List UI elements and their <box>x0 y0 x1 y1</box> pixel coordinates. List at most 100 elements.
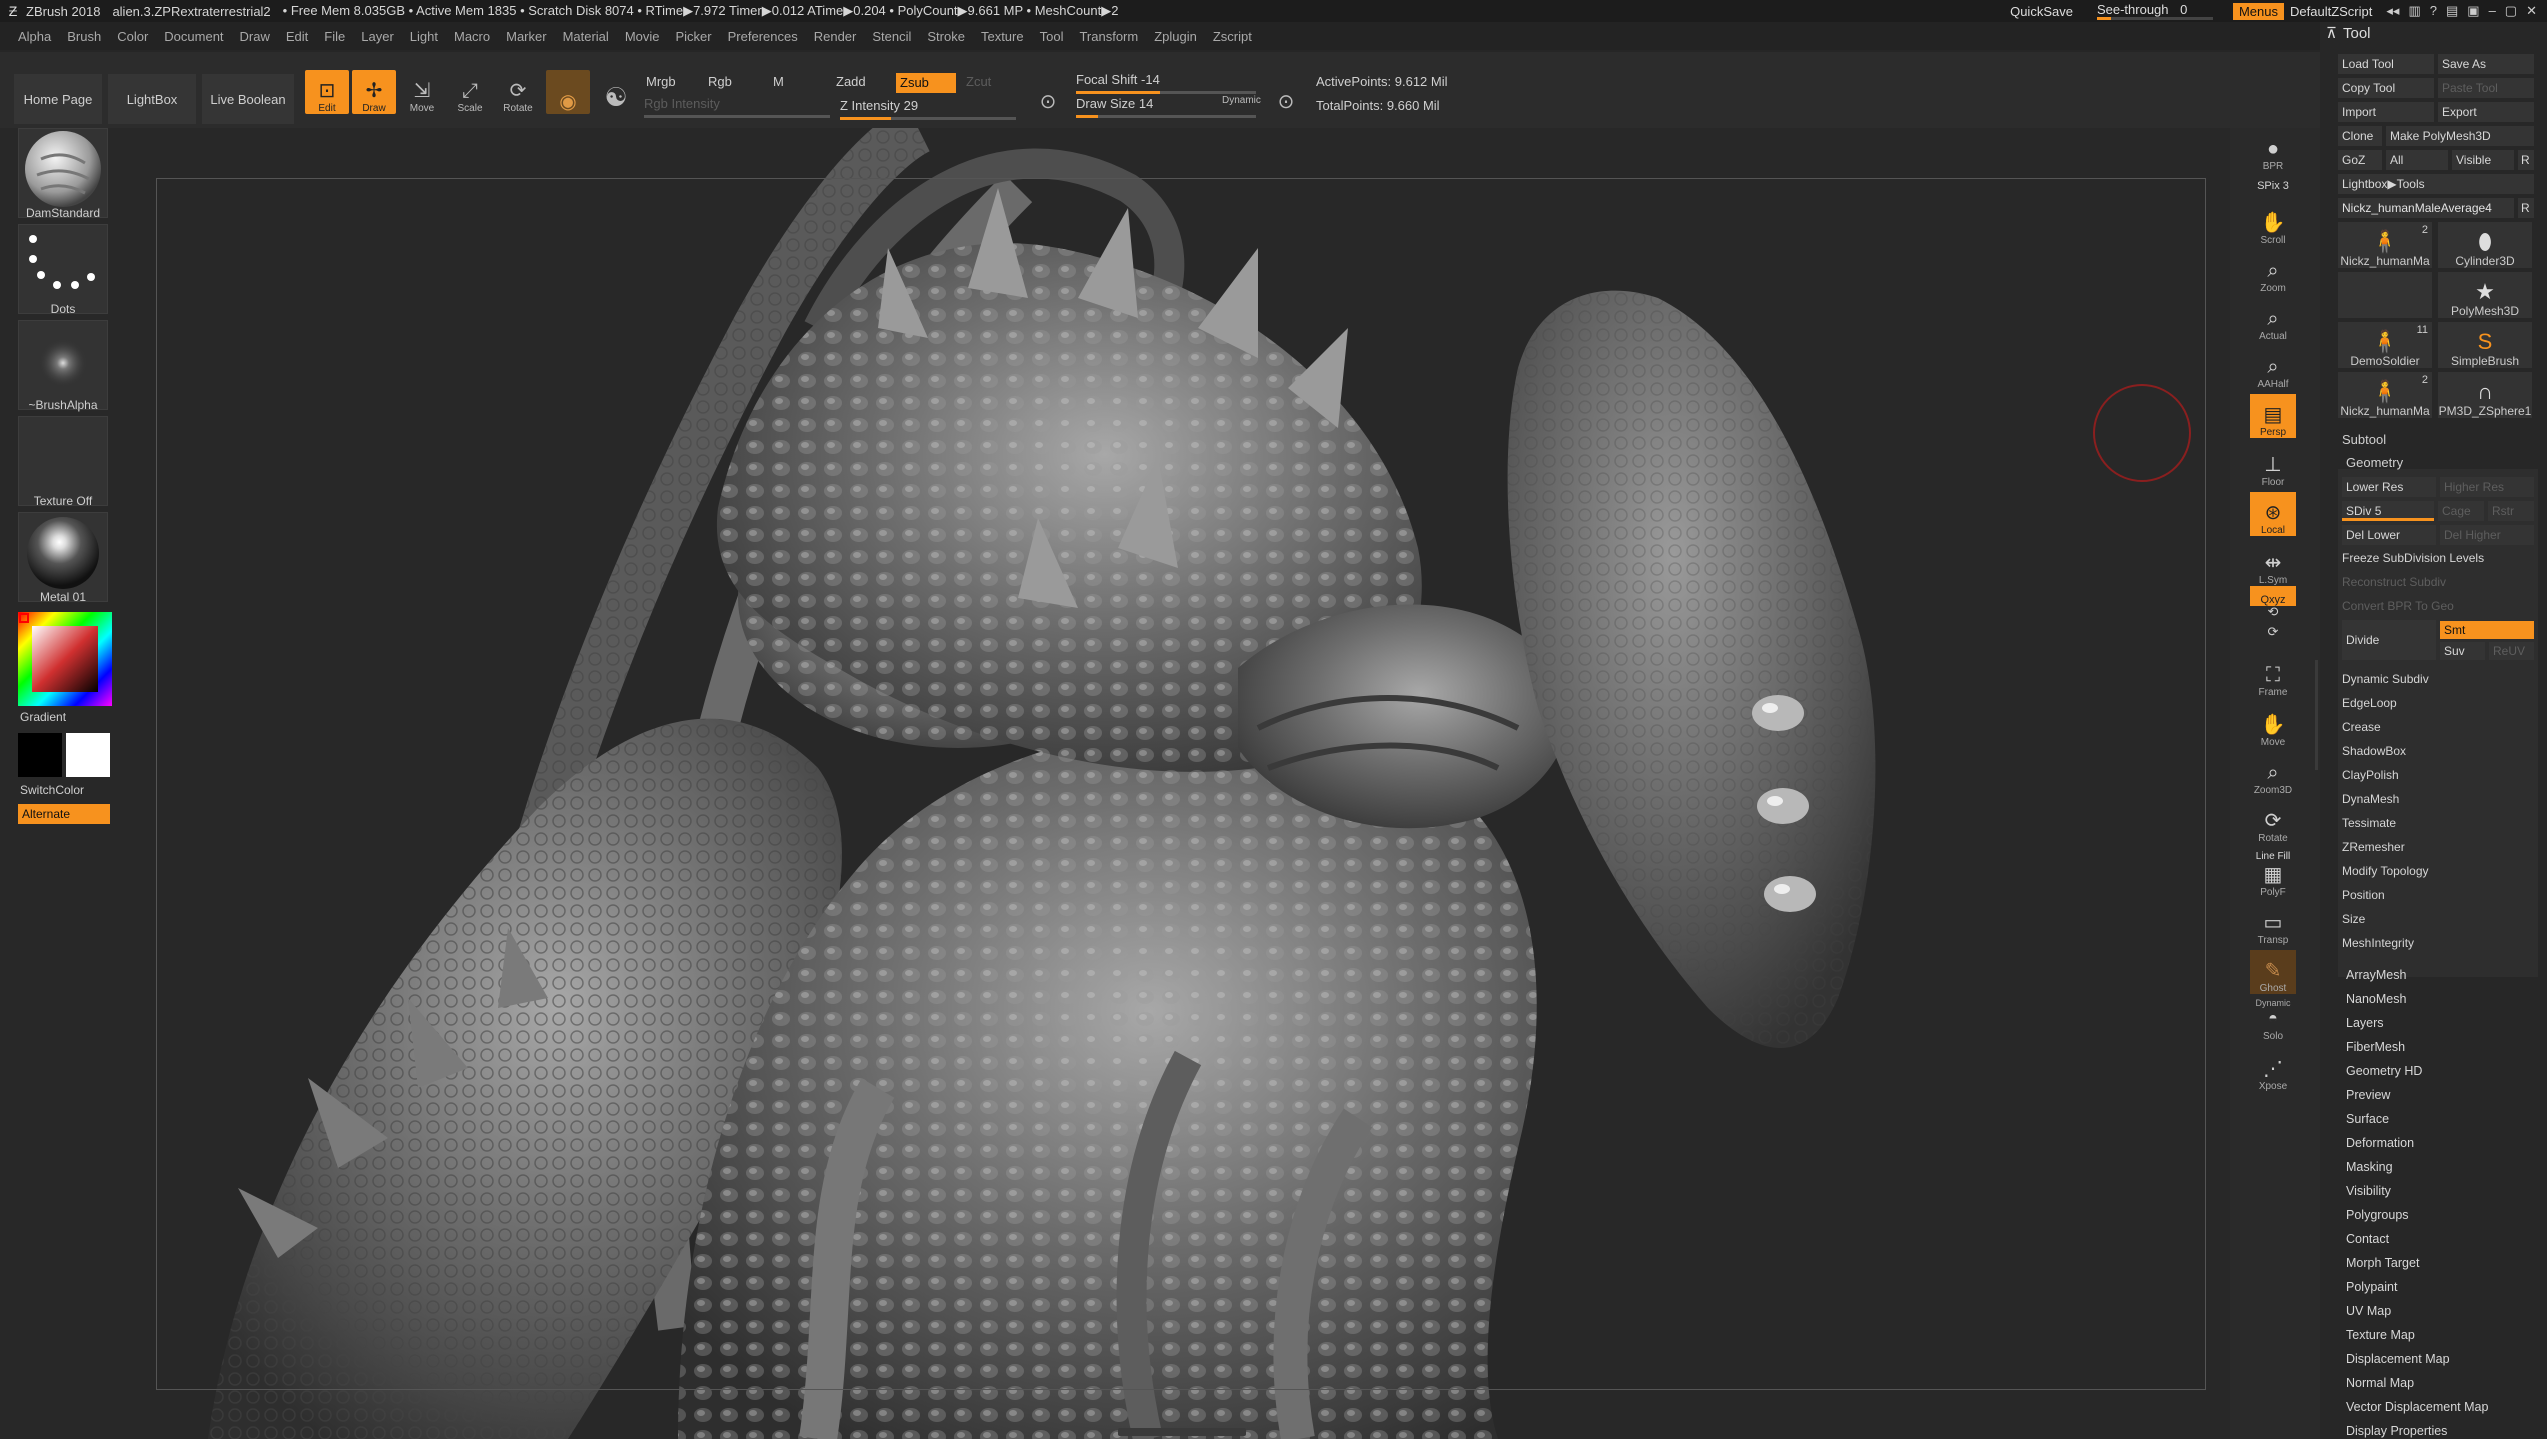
goz-r-button[interactable]: R <box>2518 150 2534 170</box>
geometry-position[interactable]: Position <box>2342 888 2385 902</box>
frame-button[interactable]: ⛶ Frame <box>2250 654 2296 698</box>
zoom-button[interactable]: ⌕ Zoom <box>2250 250 2296 294</box>
menu-zplugin[interactable]: Zplugin <box>1154 29 1197 44</box>
convert-bpr-button[interactable]: Convert BPR To Geo <box>2342 599 2454 613</box>
subpalette-texture-map[interactable]: Texture Map <box>2346 1328 2415 1342</box>
lock-icon[interactable]: ▣ <box>2467 3 2479 19</box>
suv-toggle[interactable]: Suv <box>2440 642 2485 660</box>
import-button[interactable]: Import <box>2338 102 2434 122</box>
menu-stencil[interactable]: Stencil <box>872 29 911 44</box>
subpalette-nanomesh[interactable]: NanoMesh <box>2346 992 2406 1006</box>
tool-thumb[interactable]: 🧍 DemoSoldier 11 <box>2338 322 2432 368</box>
menu-zscript[interactable]: Zscript <box>1213 29 1252 44</box>
menu-alpha[interactable]: Alpha <box>18 29 51 44</box>
minimize-icon[interactable]: – <box>2489 3 2496 19</box>
tool-palette-header[interactable]: ⊼ Tool <box>2320 22 2547 44</box>
subpalette-polypaint[interactable]: Polypaint <box>2346 1280 2397 1294</box>
subpalette-contact[interactable]: Contact <box>2346 1232 2389 1246</box>
focal-shift-icon-button[interactable]: ⊙ <box>1026 70 1070 114</box>
live-boolean-button[interactable]: Live Boolean <box>202 74 294 124</box>
alternate-button[interactable]: Alternate <box>18 804 110 824</box>
see-through-slider[interactable]: See-through 0 <box>2096 0 2213 22</box>
subpalette-uv-map[interactable]: UV Map <box>2346 1304 2391 1318</box>
color-picker-button[interactable]: ☯ <box>594 70 638 114</box>
menu-movie[interactable]: Movie <box>625 29 660 44</box>
goz-all-button[interactable]: All <box>2386 150 2448 170</box>
polyf-button[interactable]: ▦ PolyF <box>2250 862 2296 898</box>
actual-button[interactable]: ⌕ Actual <box>2250 298 2296 342</box>
del-lower-button[interactable]: Del Lower <box>2342 525 2436 545</box>
current-tool-r-button[interactable]: R <box>2518 198 2534 218</box>
quicksave-button[interactable]: QuickSave <box>2010 4 2073 19</box>
close-icon[interactable]: ✕ <box>2526 3 2537 19</box>
subpalette-display-properties[interactable]: Display Properties <box>2346 1424 2447 1438</box>
layout-icon[interactable]: ▤ <box>2446 3 2458 19</box>
tool-thumb[interactable]: S SimpleBrush <box>2438 322 2532 368</box>
menu-document[interactable]: Document <box>164 29 223 44</box>
geometry-zremesher[interactable]: ZRemesher <box>2342 840 2405 854</box>
rgb-toggle[interactable]: Rgb <box>708 74 732 89</box>
menu-transform[interactable]: Transform <box>1079 29 1138 44</box>
geometry-edgeloop[interactable]: EdgeLoop <box>2342 696 2397 710</box>
make-polymesh3d-button[interactable]: Make PolyMesh3D <box>2386 126 2534 146</box>
sdiv-slider[interactable]: SDiv 5 <box>2342 501 2434 521</box>
menu-render[interactable]: Render <box>814 29 857 44</box>
menu-layer[interactable]: Layer <box>361 29 394 44</box>
material-slot[interactable] <box>18 512 108 602</box>
bottom-tray-handle[interactable] <box>1118 1428 1246 1436</box>
subpalette-layers[interactable]: Layers <box>2346 1016 2384 1030</box>
scroll-button[interactable]: ✋ Scroll <box>2250 202 2296 246</box>
solo-button[interactable]: ◓ Solo <box>2250 1008 2296 1042</box>
rotate-button[interactable]: ⟳ Rotate <box>496 70 540 114</box>
cage-button[interactable]: Cage <box>2438 501 2484 521</box>
lsym-button[interactable]: ⇹ L.Sym <box>2250 542 2296 586</box>
clone-button[interactable]: Clone <box>2338 126 2382 146</box>
freeze-subdivision-button[interactable]: Freeze SubDivision Levels <box>2342 551 2484 565</box>
menus-toggle-button[interactable]: Menus <box>2232 2 2284 20</box>
subpalette-displacement-map[interactable]: Displacement Map <box>2346 1352 2450 1366</box>
rgb-intensity-slider[interactable]: Rgb Intensity <box>644 96 830 118</box>
geometry-dynamic-subdiv[interactable]: Dynamic Subdiv <box>2342 672 2429 686</box>
lower-res-button[interactable]: Lower Res <box>2342 477 2436 497</box>
higher-res-button[interactable]: Higher Res <box>2440 477 2534 497</box>
menu-light[interactable]: Light <box>410 29 438 44</box>
zcut-toggle[interactable]: Zcut <box>966 74 991 89</box>
save-as-button[interactable]: Save As <box>2438 54 2534 74</box>
rotate-view-button[interactable]: ⟳ Rotate <box>2250 800 2296 844</box>
menu-draw[interactable]: Draw <box>240 29 270 44</box>
goz-visible-button[interactable]: Visible <box>2452 150 2514 170</box>
focal-shift-slider[interactable]: Focal Shift -14 <box>1076 72 1256 94</box>
tool-thumb[interactable]: 🧍 Nickz_humanMa 2 <box>2338 222 2432 268</box>
persp-button[interactable]: ▤ Persp <box>2250 394 2296 438</box>
tool-thumb[interactable] <box>2338 272 2432 318</box>
copy-tool-button[interactable]: Copy Tool <box>2338 78 2434 98</box>
draw-button[interactable]: ✢ Draw <box>352 70 396 114</box>
spix-slider[interactable]: SPix 3 <box>2250 172 2296 192</box>
reconstruct-subdiv-button[interactable]: Reconstruct Subdiv <box>2342 575 2446 589</box>
aahalf-button[interactable]: ⌕ AAHalf <box>2250 346 2296 390</box>
geometry-modify-topology[interactable]: Modify Topology <box>2342 864 2429 878</box>
help-icon[interactable]: ? <box>2430 3 2437 19</box>
smt-toggle[interactable]: Smt <box>2440 621 2534 639</box>
stroke-slot[interactable] <box>18 224 108 314</box>
texture-slot[interactable] <box>18 416 108 506</box>
load-tool-button[interactable]: Load Tool <box>2338 54 2434 74</box>
subpalette-deformation[interactable]: Deformation <box>2346 1136 2414 1150</box>
subpalette-normal-map[interactable]: Normal Map <box>2346 1376 2414 1390</box>
zadd-toggle[interactable]: Zadd <box>836 74 866 89</box>
menu-brush[interactable]: Brush <box>67 29 101 44</box>
subpalette-geometry-hd[interactable]: Geometry HD <box>2346 1064 2422 1078</box>
color-picker[interactable] <box>18 612 112 706</box>
zsub-toggle[interactable]: Zsub <box>896 73 956 93</box>
rstr-button[interactable]: Rstr <box>2488 501 2534 521</box>
rotation-axis-buttons[interactable]: ⟲ ⟳ <box>2250 604 2296 644</box>
document-canvas[interactable] <box>118 128 2230 1439</box>
zoom3d-button[interactable]: ⌕ Zoom3D <box>2250 752 2296 796</box>
layout-toggle-icon[interactable]: ◂◂ <box>2386 3 2399 19</box>
divide-button[interactable]: Divide <box>2342 620 2436 660</box>
maximize-icon[interactable]: ▢ <box>2505 3 2517 19</box>
local-button[interactable]: ⊛ Local <box>2250 492 2296 536</box>
draw-size-icon-button[interactable]: ⊙ <box>1264 70 1308 114</box>
menu-texture[interactable]: Texture <box>981 29 1024 44</box>
menu-edit[interactable]: Edit <box>286 29 308 44</box>
